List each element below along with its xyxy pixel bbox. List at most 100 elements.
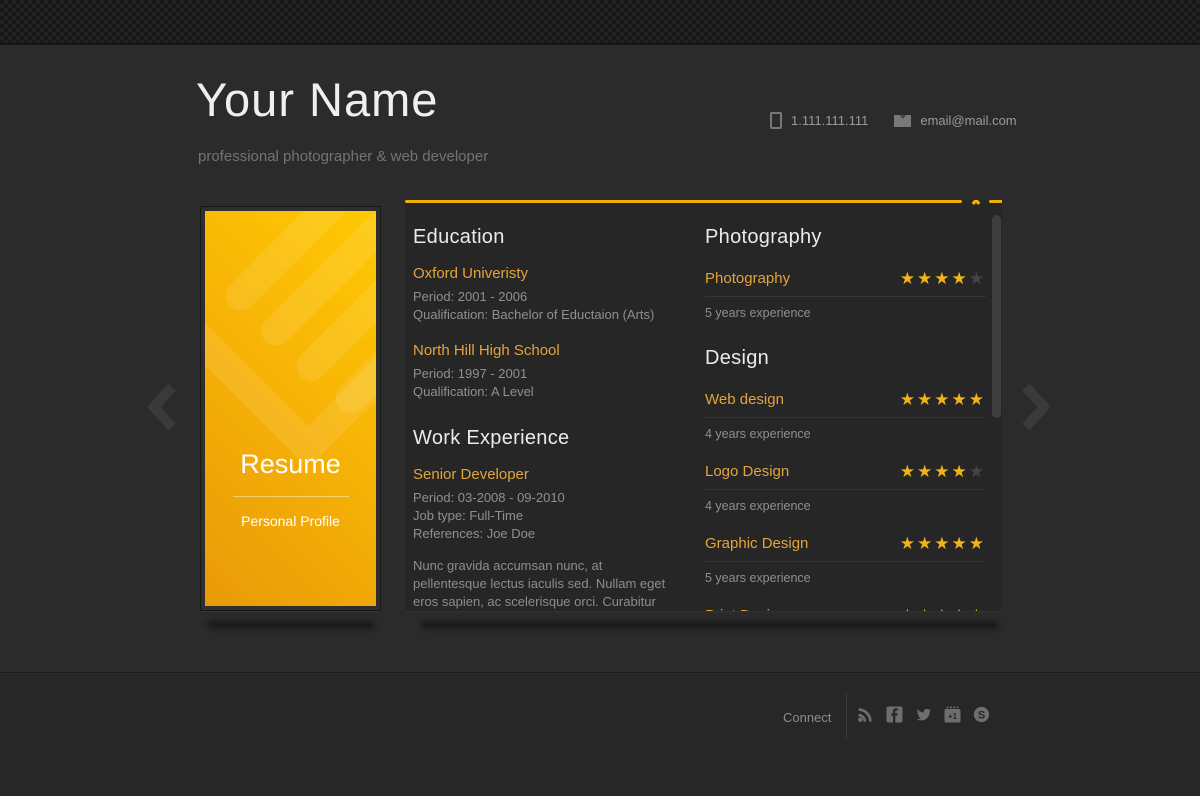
skill-link[interactable]: Print Design (705, 607, 787, 613)
skill-item: Web design ★★★★★ 4 years experience (705, 388, 986, 441)
page: Your Name professional photographer & we… (0, 0, 1200, 796)
education-column: Education Oxford Univeristy Period: 2001… (413, 200, 675, 612)
phone-icon (770, 112, 782, 129)
skill-experience: 5 years experience (705, 571, 986, 585)
star-icon: ★ (900, 390, 917, 409)
work-references: References: Joe Doe (413, 525, 675, 543)
work-description: Nunc gravida accumsan nunc, at pellentes… (413, 557, 675, 612)
card-subtitle: Personal Profile (205, 513, 376, 529)
work-period: Period: 03-2008 - 09-2010 (413, 489, 675, 507)
skills-column: Photography Photography ★★★★★ 5 years ex… (705, 200, 986, 612)
education-qualification: Qualification: A Level (413, 383, 675, 401)
star-icon: ★ (934, 606, 951, 613)
star-icon: ★ (934, 534, 951, 553)
footer-divider (846, 693, 847, 739)
star-icon: ★ (900, 606, 917, 613)
star-rating: ★★★★★ (900, 463, 986, 480)
skill-divider (705, 489, 986, 490)
star-rating: ★★★★★ (900, 391, 986, 408)
rss-icon[interactable] (857, 706, 874, 723)
skill-experience: 5 years experience (705, 306, 986, 320)
panel-scrollbar-thumb[interactable] (992, 215, 1001, 418)
carousel-next-button[interactable] (1022, 383, 1050, 431)
email-address: email@mail.com (920, 113, 1016, 128)
work-entry: Senior Developer Period: 03-2008 - 09-20… (413, 466, 675, 612)
star-icon: ★ (969, 606, 986, 613)
contact-info: 1.111.111.111 email@mail.com (770, 112, 1017, 129)
carousel-prev-button[interactable] (148, 383, 176, 431)
work-heading: Work Experience (413, 427, 675, 450)
card-divider (233, 496, 349, 497)
skill-experience: 4 years experience (705, 427, 986, 441)
phone-number: 1.111.111.111 (791, 113, 868, 128)
star-rating: ★★★★★ (900, 270, 986, 287)
skill-divider (705, 296, 986, 297)
skill-link[interactable]: Logo Design (705, 463, 789, 480)
star-icon: ★ (900, 462, 917, 481)
chevron-left-icon (148, 383, 176, 431)
envelope-icon (894, 115, 911, 127)
education-heading: Education (413, 226, 675, 249)
star-icon: ★ (917, 534, 934, 553)
star-icon: ★ (934, 390, 951, 409)
skill-item: Photography ★★★★★ 5 years experience (705, 267, 986, 320)
skills-section-heading: Photography (705, 226, 986, 249)
card-title: Resume (205, 449, 376, 480)
twitter-icon[interactable] (915, 706, 932, 723)
education-qualification: Qualification: Bachelor of Eductaion (Ar… (413, 306, 675, 324)
skills-section-heading: Design (705, 347, 986, 370)
star-icon: ★ (969, 390, 986, 409)
star-icon: ★ (917, 462, 934, 481)
education-period: Period: 2001 - 2006 (413, 288, 675, 306)
card-drop-shadow (207, 621, 375, 629)
panel-drop-shadow (421, 621, 999, 629)
star-icon: ★ (952, 390, 969, 409)
star-icon: ★ (917, 390, 934, 409)
skill-divider (705, 417, 986, 418)
skill-item: Graphic Design ★★★★★ 5 years experience (705, 532, 986, 585)
work-job-type: Job type: Full-Time (413, 507, 675, 525)
skype-icon[interactable]: S (973, 706, 990, 723)
social-links: +1 S (857, 706, 990, 723)
school-link[interactable]: Oxford Univeristy (413, 265, 528, 282)
svg-text:S: S (978, 709, 985, 721)
phone-contact: 1.111.111.111 (770, 112, 868, 129)
resume-slide-card[interactable]: Resume Personal Profile (200, 206, 381, 611)
star-icon: ★ (952, 606, 969, 613)
education-entry: Oxford Univeristy Period: 2001 - 2006 Qu… (413, 265, 675, 324)
star-icon: ★ (900, 269, 917, 288)
skill-item: Logo Design ★★★★★ 4 years experience (705, 460, 986, 513)
star-icon: ★ (900, 534, 917, 553)
resume-detail-panel: ✖ Education Oxford Univeristy Period: 20… (405, 200, 1002, 612)
star-icon: ★ (952, 534, 969, 553)
school-link[interactable]: North Hill High School (413, 342, 560, 359)
education-entry: North Hill High School Period: 1997 - 20… (413, 342, 675, 401)
facebook-icon[interactable] (886, 706, 903, 723)
education-period: Period: 1997 - 2001 (413, 365, 675, 383)
star-icon: ★ (969, 462, 986, 481)
carbon-texture-strip (0, 0, 1200, 45)
page-title: Your Name (196, 72, 438, 127)
star-icon: ★ (917, 606, 934, 613)
googleplus-icon[interactable]: +1 (944, 706, 961, 723)
panel-top-accent-dash (989, 200, 1002, 203)
star-icon: ★ (934, 269, 951, 288)
star-icon: ★ (934, 462, 951, 481)
connect-label: Connect (783, 710, 831, 725)
skill-link[interactable]: Photography (705, 270, 790, 287)
skill-divider (705, 561, 986, 562)
job-title-link[interactable]: Senior Developer (413, 466, 529, 483)
email-contact: email@mail.com (894, 113, 1016, 128)
star-icon: ★ (917, 269, 934, 288)
resume-card-face: Resume Personal Profile (205, 211, 376, 606)
skill-experience: 4 years experience (705, 499, 986, 513)
chevron-right-icon (1022, 383, 1050, 431)
star-rating: ★★★★★ (900, 535, 986, 552)
skill-item: Print Design ★★★★★ (705, 604, 986, 612)
svg-text:+1: +1 (948, 712, 958, 721)
star-icon: ★ (969, 534, 986, 553)
page-tagline: professional photographer & web develope… (198, 148, 488, 165)
skill-link[interactable]: Web design (705, 391, 784, 408)
footer: Connect (0, 672, 1200, 796)
skill-link[interactable]: Graphic Design (705, 535, 808, 552)
